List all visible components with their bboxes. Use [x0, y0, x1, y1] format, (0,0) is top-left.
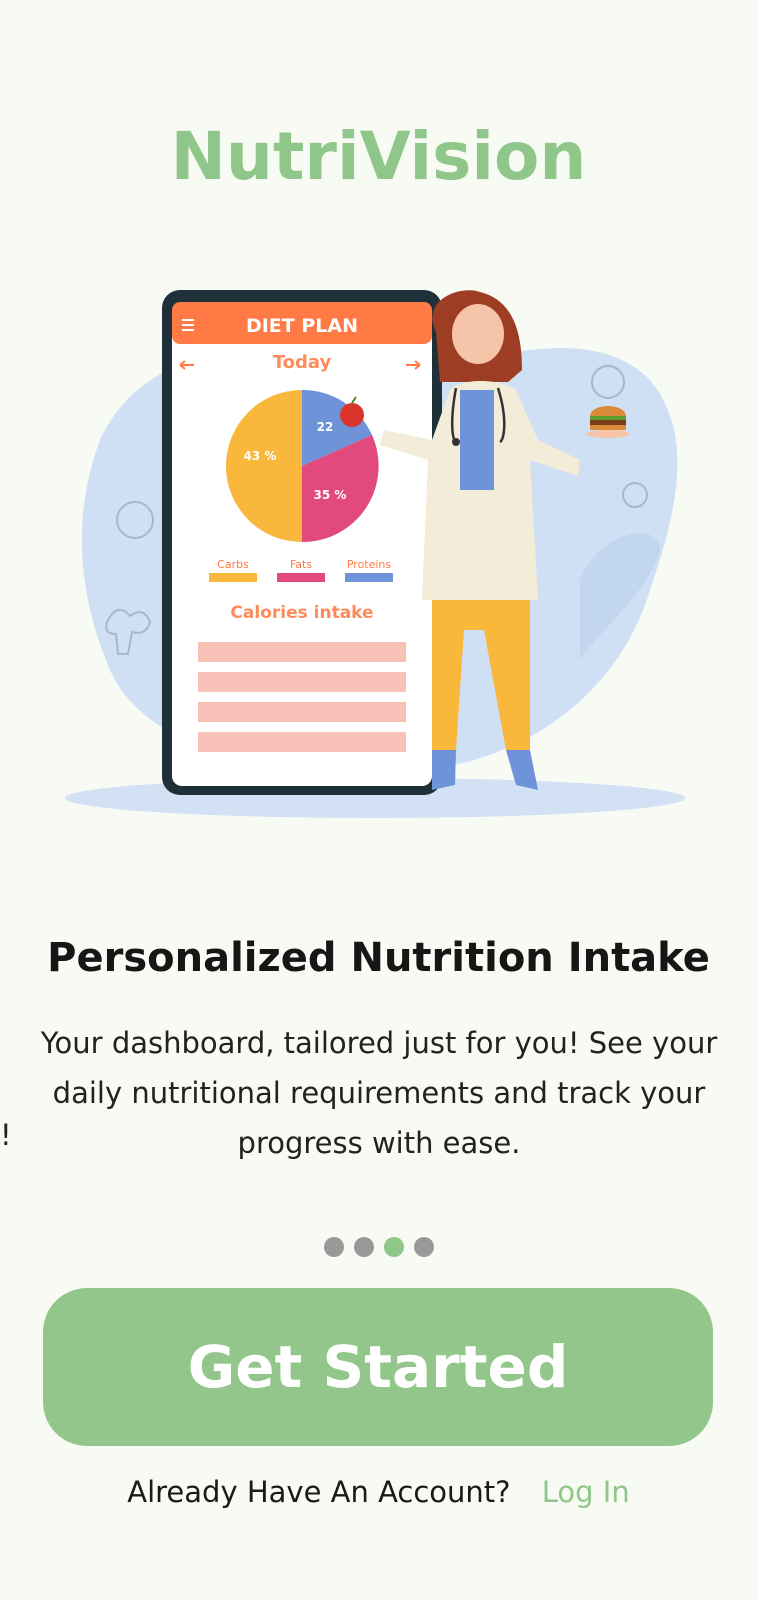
slide-title: Personalized Nutrition Intake — [47, 935, 710, 981]
burger-icon — [590, 406, 626, 430]
pie-label-fats: 35 % — [314, 488, 347, 502]
pager-dot-4[interactable] — [413, 1237, 434, 1257]
account-row: Already Have An Account? Log In — [0, 1475, 757, 1509]
slide-description: Your dashboard, tailored just for you! S… — [40, 1026, 718, 1160]
app-title: NutriVision — [170, 118, 587, 195]
phone-day-label: Today — [273, 352, 332, 373]
pie-label-proteins: 22 — [317, 420, 334, 434]
phone-header-text: DIET PLAN — [246, 315, 358, 337]
pager-dot-2[interactable] — [353, 1237, 374, 1257]
calories-label: Calories intake — [230, 603, 373, 623]
pie-legend: Carbs Fats Proteins — [209, 558, 393, 582]
get-started-button[interactable]: Get Started — [43, 1288, 713, 1446]
pie-label-carbs: 43 % — [244, 449, 277, 463]
apple-icon — [340, 403, 364, 427]
login-link[interactable]: Log In — [542, 1475, 630, 1509]
pager-dot-1[interactable] — [323, 1237, 344, 1257]
legend-fats: Fats — [290, 558, 312, 571]
pager-dot-3-active[interactable] — [383, 1237, 404, 1257]
onboarding-illustration: DIET PLAN Today 43 % 35 % 22 Carbs Fats … — [65, 290, 685, 818]
previous-slide-edge-text: ! — [0, 1118, 12, 1152]
legend-proteins: Proteins — [347, 558, 392, 571]
account-prompt: Already Have An Account? — [127, 1475, 511, 1509]
pager-dots — [0, 1237, 757, 1257]
legend-carbs: Carbs — [217, 558, 249, 571]
